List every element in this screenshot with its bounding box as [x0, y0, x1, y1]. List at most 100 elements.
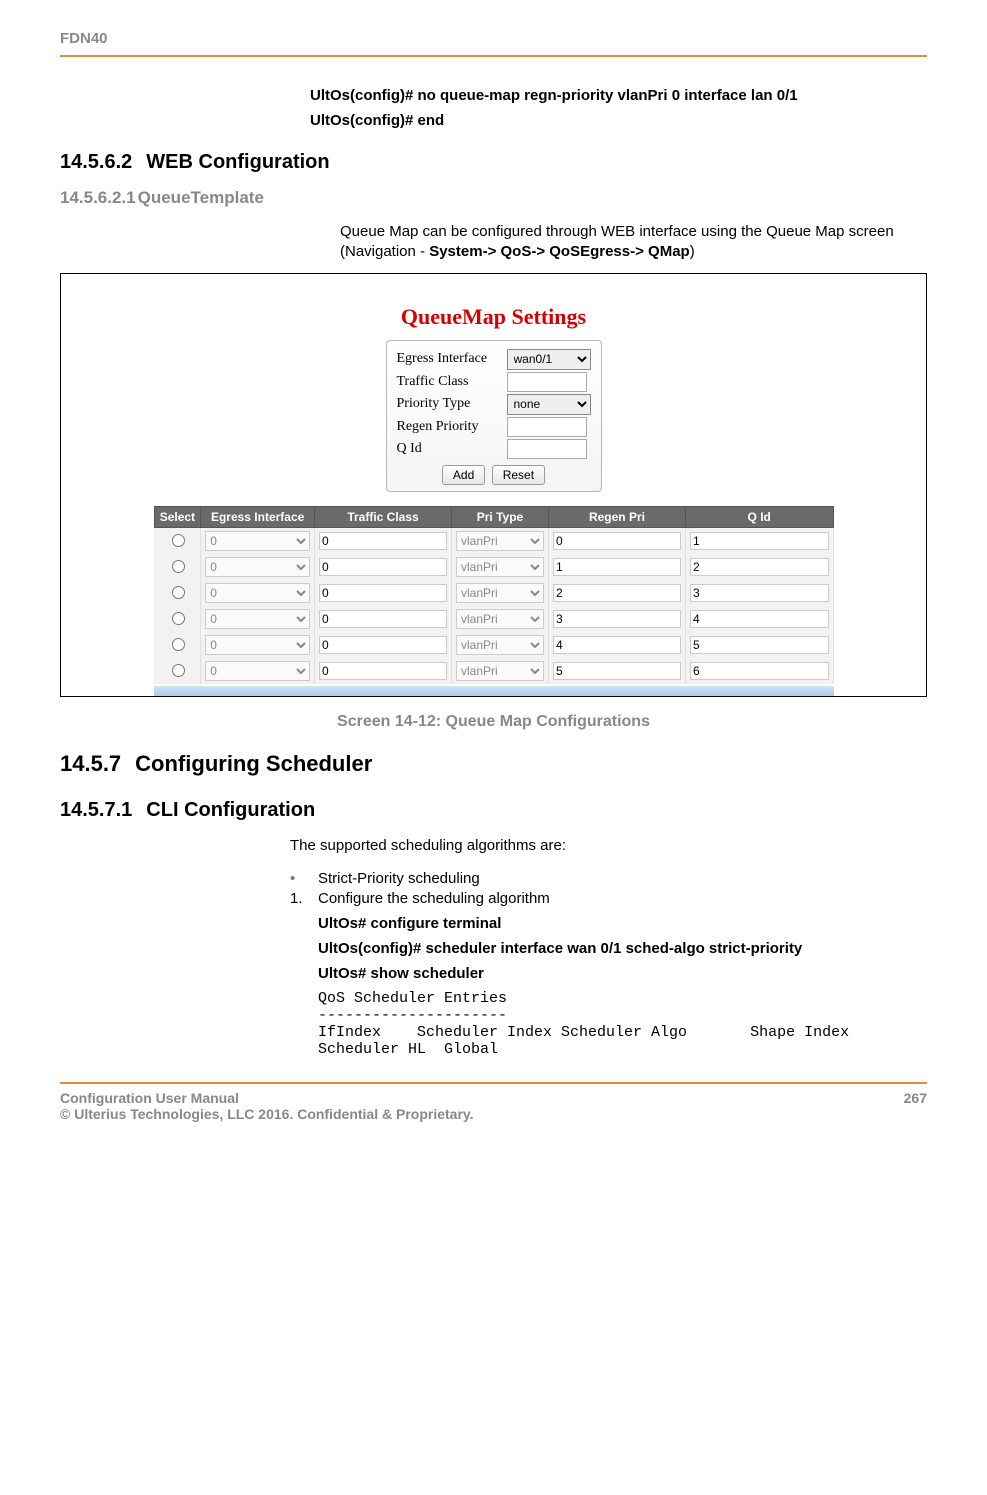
row-egress-select[interactable]: 0: [205, 635, 310, 655]
footer-copyright: © Ulterius Technologies, LLC 2016. Confi…: [60, 1106, 474, 1122]
regen-priority-input[interactable]: [507, 417, 587, 437]
heading-title: QueueTemplate: [138, 188, 264, 207]
heading-number: 14.5.7: [60, 751, 121, 776]
table-row: 0 vlanPri: [154, 606, 833, 632]
heading-number: 14.5.6.2: [60, 151, 132, 173]
row-select-radio[interactable]: [172, 612, 185, 625]
cmd-line: UltOs(config)# scheduler interface wan 0…: [318, 940, 927, 957]
add-button[interactable]: Add: [442, 465, 485, 485]
qmap-table: Select Egress Interface Traffic Class Pr…: [154, 506, 834, 684]
row-qid-input[interactable]: [690, 662, 829, 680]
nav-path: System-> QoS-> QoSEgress-> QMap: [429, 243, 690, 260]
row-pri-select[interactable]: vlanPri: [456, 635, 544, 655]
col-header: Traffic Class: [315, 506, 452, 527]
row-regen-input[interactable]: [553, 558, 681, 576]
table-row: 0 vlanPri: [154, 554, 833, 580]
form-label: Regen Priority: [397, 419, 507, 435]
egress-interface-select[interactable]: wan0/1: [507, 349, 591, 370]
form-label: Q Id: [397, 441, 507, 457]
cmd-output: QoS Scheduler Entries ------------------…: [318, 990, 927, 1058]
row-regen-input[interactable]: [553, 636, 681, 654]
col-header: Regen Pri: [548, 506, 685, 527]
priority-type-select[interactable]: none: [507, 394, 591, 415]
step-text: Configure the scheduling algorithm: [318, 890, 550, 907]
col-header: Select: [154, 506, 201, 527]
page-footer: Configuration User Manual © Ulterius Tec…: [60, 1090, 927, 1122]
col-header: Egress Interface: [201, 506, 315, 527]
heading-cli-config: 14.5.7.1 CLI Configuration: [60, 799, 927, 822]
row-egress-select[interactable]: 0: [205, 583, 310, 603]
col-header: Pri Type: [452, 506, 549, 527]
row-tc-input[interactable]: [319, 584, 447, 602]
numbered-step: 1. Configure the scheduling algorithm: [290, 890, 927, 907]
row-egress-select[interactable]: 0: [205, 609, 310, 629]
table-row: 0 vlanPri: [154, 527, 833, 554]
top-rule: [60, 55, 927, 57]
row-qid-input[interactable]: [690, 636, 829, 654]
heading-number: 14.5.7.1: [60, 799, 132, 821]
screenshot-frame: QueueMap Settings Egress Interface wan0/…: [60, 273, 927, 697]
table-row: 0 vlanPri: [154, 580, 833, 606]
bottom-rule: [60, 1082, 927, 1084]
bullet-item: • Strict-Priority scheduling: [290, 870, 927, 887]
row-qid-input[interactable]: [690, 610, 829, 628]
figure-caption: Screen 14-12: Queue Map Configurations: [60, 713, 927, 731]
row-tc-input[interactable]: [319, 558, 447, 576]
heading-configuring-scheduler: 14.5.7 Configuring Scheduler: [60, 751, 927, 777]
row-tc-input[interactable]: [319, 636, 447, 654]
heading-title: WEB Configuration: [146, 151, 329, 173]
row-regen-input[interactable]: [553, 610, 681, 628]
form-label: Egress Interface: [397, 351, 507, 367]
cmd-line: UltOs(config)# no queue-map regn-priorit…: [310, 87, 927, 104]
table-row: 0 vlanPri: [154, 658, 833, 684]
row-pri-select[interactable]: vlanPri: [456, 557, 544, 577]
reset-button[interactable]: Reset: [492, 465, 545, 485]
row-pri-select[interactable]: vlanPri: [456, 583, 544, 603]
form-box: Egress Interface wan0/1 Traffic Class Pr…: [386, 340, 602, 492]
traffic-class-input[interactable]: [507, 372, 587, 392]
page-number: 267: [904, 1090, 927, 1122]
heading-title: CLI Configuration: [146, 799, 315, 821]
heading-number: 14.5.6.2.1: [60, 188, 136, 207]
row-regen-input[interactable]: [553, 584, 681, 602]
footer-manual-title: Configuration User Manual: [60, 1090, 474, 1106]
cmd-line: UltOs# configure terminal: [318, 915, 927, 932]
text: ): [690, 243, 695, 260]
row-select-radio[interactable]: [172, 586, 185, 599]
cmd-line: UltOs(config)# end: [310, 112, 927, 129]
form-label: Priority Type: [397, 396, 507, 412]
bullet-text: Strict-Priority scheduling: [318, 870, 480, 887]
row-egress-select[interactable]: 0: [205, 557, 310, 577]
row-select-radio[interactable]: [172, 664, 185, 677]
form-label: Traffic Class: [397, 374, 507, 390]
sched-intro: The supported scheduling algorithms are:: [290, 836, 927, 856]
heading-title: Configuring Scheduler: [135, 751, 372, 776]
row-regen-input[interactable]: [553, 532, 681, 550]
col-header: Q Id: [685, 506, 833, 527]
table-row: 0 vlanPri: [154, 632, 833, 658]
row-select-radio[interactable]: [172, 638, 185, 651]
qmap-intro-paragraph: Queue Map can be configured through WEB …: [340, 222, 927, 263]
row-qid-input[interactable]: [690, 558, 829, 576]
row-regen-input[interactable]: [553, 662, 681, 680]
doc-code: FDN40: [60, 30, 927, 47]
row-tc-input[interactable]: [319, 532, 447, 550]
heading-web-config: 14.5.6.2 WEB Configuration: [60, 151, 927, 174]
table-bottom-blur: [154, 686, 834, 696]
cmd-line: UltOs# show scheduler: [318, 965, 927, 982]
row-pri-select[interactable]: vlanPri: [456, 531, 544, 551]
row-tc-input[interactable]: [319, 662, 447, 680]
qid-input[interactable]: [507, 439, 587, 459]
row-qid-input[interactable]: [690, 584, 829, 602]
row-pri-select[interactable]: vlanPri: [456, 661, 544, 681]
row-egress-select[interactable]: 0: [205, 661, 310, 681]
row-select-radio[interactable]: [172, 534, 185, 547]
row-qid-input[interactable]: [690, 532, 829, 550]
row-select-radio[interactable]: [172, 560, 185, 573]
row-tc-input[interactable]: [319, 610, 447, 628]
settings-title: QueueMap Settings: [401, 304, 586, 330]
row-pri-select[interactable]: vlanPri: [456, 609, 544, 629]
row-egress-select[interactable]: 0: [205, 531, 310, 551]
step-number: 1.: [290, 890, 318, 907]
bullet-marker: •: [290, 870, 318, 887]
